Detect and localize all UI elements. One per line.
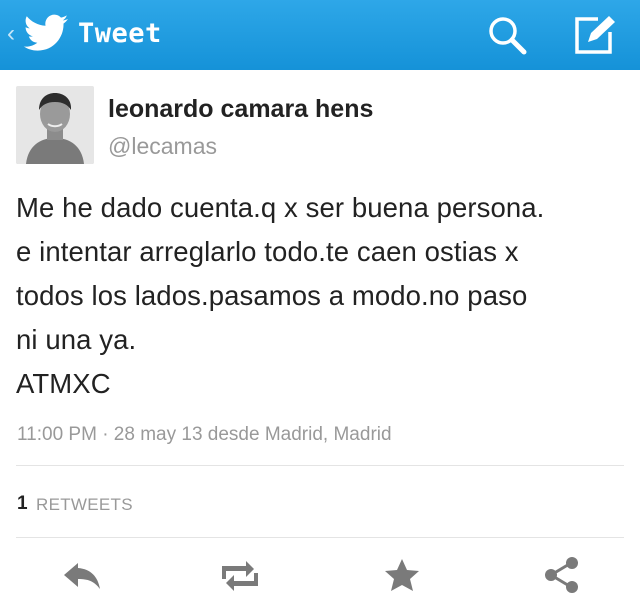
retweet-label[interactable]: RETWEETS (36, 492, 133, 518)
page-title: Tweet (78, 18, 162, 49)
divider (16, 465, 624, 466)
tweet-text: Me he dado cuenta.q x ser buena persona.… (16, 192, 545, 399)
avatar-photo (16, 86, 94, 164)
retweet-icon[interactable] (218, 555, 262, 595)
avatar[interactable] (16, 86, 94, 164)
author-name[interactable]: leonardo camara hens (108, 93, 373, 125)
twitter-bird-icon[interactable] (22, 13, 70, 55)
reply-icon[interactable] (60, 555, 104, 595)
tweet-timestamp: 11:00 PM · 28 may 13 desde Madrid, Madri… (17, 424, 392, 445)
top-app-bar: ‹ Tweet (0, 0, 640, 70)
author-handle[interactable]: @lecamas (108, 131, 217, 161)
star-icon[interactable] (380, 555, 424, 595)
share-icon[interactable] (540, 555, 584, 595)
divider (16, 537, 624, 538)
search-icon[interactable] (486, 14, 528, 56)
chevron-left-icon[interactable]: ‹ (7, 20, 21, 48)
retweet-count[interactable]: 1 (17, 490, 28, 518)
compose-icon[interactable] (572, 14, 616, 56)
